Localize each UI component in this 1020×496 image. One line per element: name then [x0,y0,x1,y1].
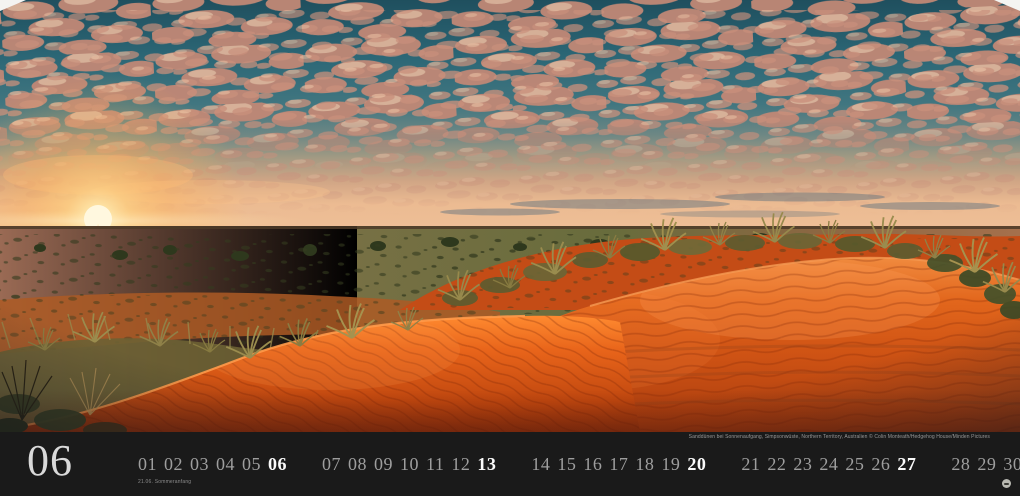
calendar-day-28: 28 [951,454,970,475]
week-group-2: 07 08 09 10 11 12 13 [322,454,496,475]
calendar-day-27: 27 [897,454,916,475]
photo-june-desert [0,0,1020,432]
photo-caption: Sanddünen bei Sonnenaufgang, Simpsonwüst… [689,434,990,440]
calendar-day-24: 24 [819,454,838,475]
calendar-day-21: 21 [741,454,760,475]
calendar-day-25: 25 [845,454,864,475]
calendar-day-08: 08 [348,454,367,475]
calendar-day-04: 04 [216,454,235,475]
calendar-day-03: 03 [190,454,209,475]
calendar-day-05: 05 [242,454,261,475]
calendar-day-23: 23 [793,454,812,475]
vignette [0,0,1020,432]
week-group-4: 21 22 23 24 25 26 27 [741,454,916,475]
calendar-day-16: 16 [583,454,602,475]
week-group-5: 28 29 30 [951,454,1020,475]
publisher-logo-icon [1002,479,1011,488]
calendar-day-17: 17 [609,454,628,475]
calendar-day-12: 12 [451,454,470,475]
calendar-day-30: 30 [1003,454,1020,475]
calendar-day-15: 15 [557,454,576,475]
season-note: 21.06. Sommeranfang [138,479,191,485]
publisher-logo-mark [1004,483,1009,485]
calendar-day-19: 19 [661,454,680,475]
calendar-day-29: 29 [977,454,996,475]
week-group-3: 14 15 16 17 18 19 20 [531,454,706,475]
calendar-page: 06 0102030405060708091011121314151617181… [0,0,1020,496]
week-group-1: 01 02 03 04 05 06 [138,454,287,475]
calendar-day-01: 01 [138,454,157,475]
calendar-day-26: 26 [871,454,890,475]
calendar-day-02: 02 [164,454,183,475]
calendar-day-20: 20 [687,454,706,475]
calendar-day-07: 07 [322,454,341,475]
calendar-day-14: 14 [531,454,550,475]
calendar-day-11: 11 [426,454,444,475]
calendar-day-09: 09 [374,454,393,475]
month-number: 06 [27,439,73,483]
calendar-day-18: 18 [635,454,654,475]
calendar-day-13: 13 [477,454,496,475]
calendar-bar: 06 0102030405060708091011121314151617181… [0,432,1020,496]
date-row: 01 02 03 04 05 06 07 08 09 10 11 12 13 14 15 16 17 18 19 20… [138,432,1020,496]
calendar-day-06: 06 [268,454,287,475]
calendar-day-22: 22 [767,454,786,475]
calendar-day-10: 10 [400,454,419,475]
